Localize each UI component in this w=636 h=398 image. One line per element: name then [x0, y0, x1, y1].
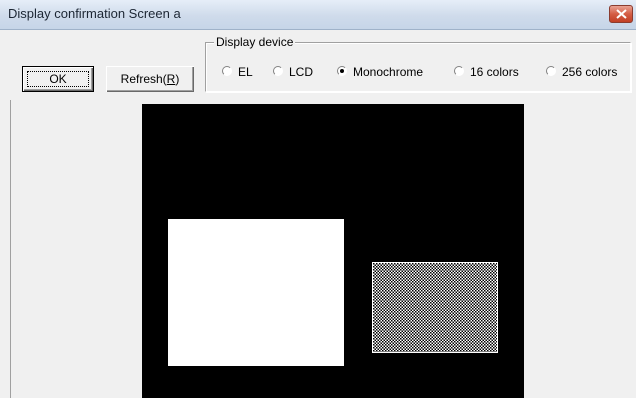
close-icon — [616, 9, 627, 19]
radio-el-label: EL — [238, 65, 253, 79]
radio-16-colors-label: 16 colors — [470, 65, 519, 79]
display-confirmation-window: Display confirmation Screen a OK Refresh… — [0, 0, 636, 398]
display-device-legend: Display device — [214, 34, 296, 50]
refresh-button-label: Refresh(R) — [106, 72, 194, 86]
refresh-label-text: Refresh( — [120, 72, 167, 86]
radio-circle — [273, 66, 283, 76]
refresh-label-close: ) — [175, 72, 180, 86]
radio-circle — [546, 66, 556, 76]
window-edge — [10, 100, 11, 398]
radio-dot — [340, 69, 344, 73]
close-button[interactable] — [609, 5, 633, 23]
title-bar[interactable]: Display confirmation Screen a — [0, 0, 636, 30]
display-preview — [142, 104, 524, 398]
radio-circle — [222, 66, 232, 76]
radio-256-colors-label: 256 colors — [562, 65, 618, 79]
checkered-rectangle — [372, 262, 498, 353]
radio-circle-selected — [337, 66, 347, 76]
refresh-button[interactable]: Refresh(R) — [106, 66, 194, 92]
radio-monochrome-label: Monochrome — [353, 65, 424, 79]
ok-button-label: OK — [49, 72, 67, 86]
white-rectangle — [168, 219, 344, 366]
ok-button[interactable]: OK — [22, 66, 94, 92]
window-title: Display confirmation Screen a — [8, 6, 181, 21]
radio-circle — [454, 66, 464, 76]
radio-lcd-label: LCD — [289, 65, 314, 79]
